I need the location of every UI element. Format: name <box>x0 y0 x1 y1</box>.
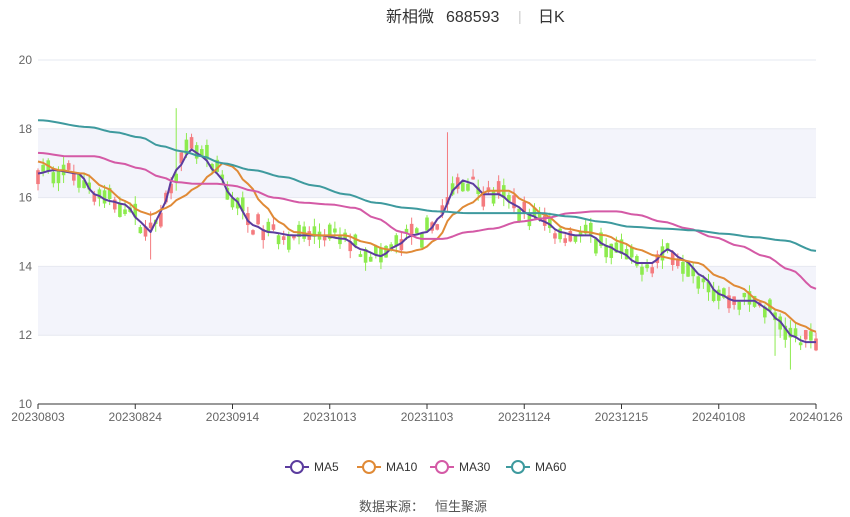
candle-body <box>41 164 45 172</box>
candle-body <box>568 231 573 242</box>
candle-body <box>189 137 194 149</box>
legend-label: MA5 <box>314 460 339 474</box>
plot-band <box>38 128 816 198</box>
candle-body <box>553 233 557 239</box>
y-tick-label: 12 <box>19 328 33 342</box>
candle-body <box>681 261 685 274</box>
x-tick-label: 20230824 <box>109 410 163 424</box>
data-source: 数据来源： 恒生聚源 <box>359 499 487 514</box>
candle-body <box>563 238 567 243</box>
candle-body <box>609 243 614 258</box>
x-tick-label: 20231124 <box>498 410 551 424</box>
candle-body <box>281 236 286 240</box>
candle-body <box>461 182 465 192</box>
candle-body <box>322 236 327 241</box>
legend-item-ma5: MA5 <box>285 460 339 474</box>
y-tick-label: 10 <box>19 397 33 411</box>
legend: MA5 MA10 MA30 MA60 <box>285 460 567 474</box>
candle-body <box>814 338 818 351</box>
y-axis: 10 12 14 16 18 20 <box>19 53 33 411</box>
candle-body <box>66 163 71 170</box>
legend-label: MA10 <box>386 460 418 474</box>
candle-body <box>333 228 337 233</box>
candle-body <box>793 328 798 337</box>
legend-swatch-marker <box>435 460 449 474</box>
candle-body <box>394 235 399 246</box>
candle-body <box>696 276 701 289</box>
x-tick-label: 20240108 <box>692 410 746 424</box>
x-tick-label: 20231215 <box>595 410 649 424</box>
candle-body <box>425 217 429 231</box>
x-tick-label: 20230914 <box>206 410 260 424</box>
candle-body <box>256 214 260 225</box>
candle-body <box>358 254 363 257</box>
x-tick-label: 20230803 <box>11 410 65 424</box>
candle-body <box>650 267 655 274</box>
candle-body <box>51 172 56 184</box>
y-tick-label: 16 <box>19 191 33 205</box>
legend-item-ma30: MA30 <box>430 460 491 474</box>
candle-body <box>645 264 649 269</box>
candle-body <box>635 256 639 266</box>
candle-body <box>466 183 470 191</box>
candlestick-chart: 新相微 688593 | 日K 101214161820 20230803 202… <box>11 8 843 514</box>
candle-body <box>594 238 598 254</box>
candle-body <box>276 235 281 245</box>
candle-body <box>496 181 501 195</box>
candle-body <box>803 330 808 340</box>
legend-label: MA60 <box>535 460 567 474</box>
candle-body <box>737 301 742 310</box>
y-tick-label: 20 <box>19 53 33 67</box>
legend-label: MA30 <box>459 460 491 474</box>
candle-body <box>435 224 440 230</box>
x-tick-label: 20240126 <box>789 410 843 424</box>
candle-body <box>742 292 747 298</box>
candle-body <box>640 266 644 275</box>
legend-item-ma10: MA10 <box>357 460 418 474</box>
candle-body <box>251 230 255 235</box>
title-separator: | <box>518 8 522 24</box>
stock-name: 新相微 <box>386 8 434 26</box>
candle-body <box>118 203 122 217</box>
candle-body <box>271 224 276 230</box>
candle-body <box>517 208 521 222</box>
candle-body <box>420 233 424 248</box>
candle-body <box>414 228 419 234</box>
candle-body <box>809 331 813 341</box>
period-label: 日K <box>538 9 565 26</box>
legend-swatch-marker <box>511 460 525 474</box>
candle-body <box>102 190 107 204</box>
legend-swatch-marker <box>290 460 304 474</box>
candle-body <box>287 235 291 250</box>
source-value: 恒生聚源 <box>435 499 487 514</box>
legend-swatch-marker <box>362 460 376 474</box>
candle-body <box>123 209 127 215</box>
y-tick-label: 14 <box>19 259 33 273</box>
candle-body <box>676 260 680 267</box>
candle-body <box>798 342 803 346</box>
candle-body <box>471 176 475 180</box>
candle-body <box>138 227 143 234</box>
y-tick-label: 18 <box>19 122 33 136</box>
x-tick-label: 20231103 <box>401 410 454 424</box>
source-label: 数据来源： <box>359 499 424 514</box>
stock-code: 688593 <box>446 9 499 26</box>
legend-item-ma60: MA60 <box>506 460 567 474</box>
x-tick-label: 20231013 <box>303 410 357 424</box>
candle-body <box>368 256 373 262</box>
candle-body <box>77 174 81 188</box>
chart-title: 新相微 688593 | 日K <box>386 8 565 26</box>
x-axis: 20230803 20230824 20230914 20231013 20231103… <box>11 403 843 424</box>
candle-body <box>491 191 496 204</box>
candle-body <box>573 235 578 242</box>
candle-body <box>56 170 61 184</box>
